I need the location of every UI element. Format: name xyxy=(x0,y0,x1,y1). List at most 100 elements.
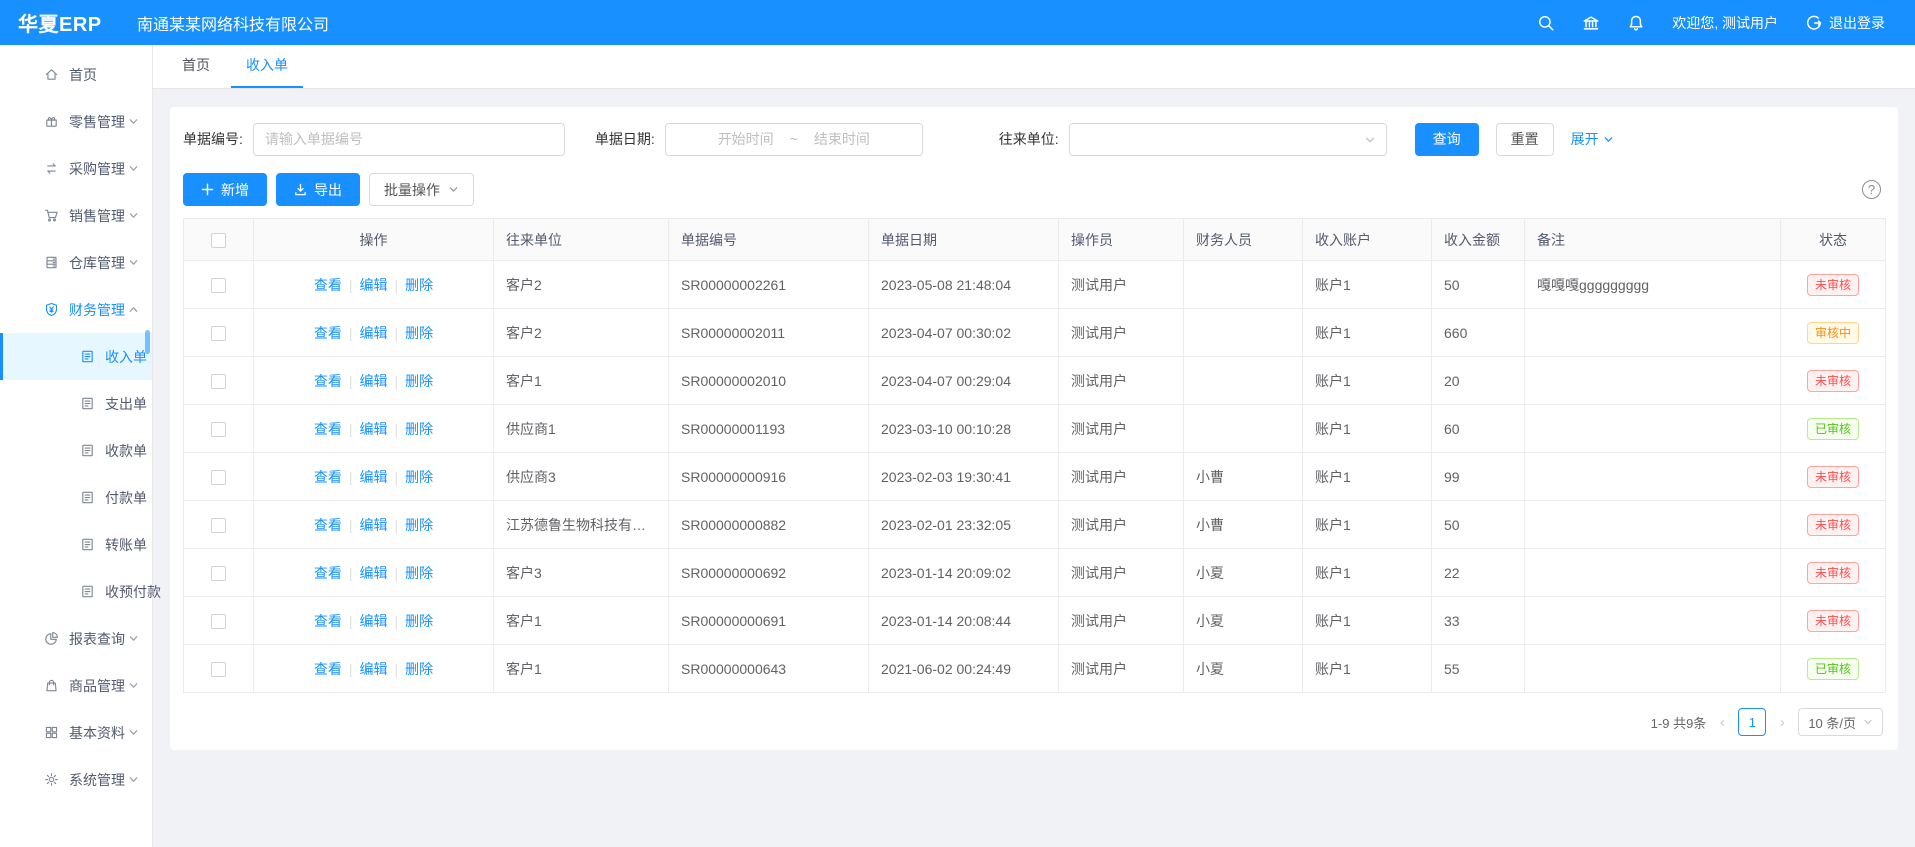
cell-bill-date: 2023-04-07 00:30:02 xyxy=(869,309,1059,357)
reset-button[interactable]: 重置 xyxy=(1496,123,1554,156)
row-checkbox[interactable] xyxy=(211,662,226,677)
row-checkbox[interactable] xyxy=(211,614,226,629)
sidebar-scrollbar-thumb[interactable] xyxy=(145,330,150,354)
action-view-link[interactable]: 查看 xyxy=(314,565,342,581)
partner-select[interactable] xyxy=(1069,123,1387,156)
sidebar-item-sales[interactable]: 销售管理 xyxy=(0,192,152,239)
action-view-link[interactable]: 查看 xyxy=(314,661,342,677)
expand-link[interactable]: 展开 xyxy=(1571,129,1614,149)
action-separator: | xyxy=(395,565,399,581)
cell-bill-date: 2023-02-01 23:32:05 xyxy=(869,501,1059,549)
export-button[interactable]: 导出 xyxy=(276,173,360,206)
sidebar-item-transfer-bill[interactable]: 转账单 xyxy=(0,521,152,568)
sidebar-item-advance-receipt[interactable]: 收预付款 xyxy=(0,568,152,615)
bill-no-input[interactable] xyxy=(253,123,565,156)
action-edit-link[interactable]: 编辑 xyxy=(360,613,388,629)
help-icon[interactable]: ? xyxy=(1862,180,1881,199)
action-edit-link[interactable]: 编辑 xyxy=(360,325,388,341)
row-checkbox[interactable] xyxy=(211,470,226,485)
sidebar-item-label: 商品管理 xyxy=(69,676,125,696)
action-view-link[interactable]: 查看 xyxy=(314,421,342,437)
action-delete-link[interactable]: 删除 xyxy=(405,373,433,389)
sidebar-item-basic[interactable]: 基本资料 xyxy=(0,709,152,756)
row-checkbox[interactable] xyxy=(211,278,226,293)
action-view-link[interactable]: 查看 xyxy=(314,517,342,533)
cell-operator: 测试用户 xyxy=(1059,453,1184,501)
sidebar-item-warehouse[interactable]: 仓库管理 xyxy=(0,239,152,286)
action-delete-link[interactable]: 删除 xyxy=(405,661,433,677)
status-badge: 未审核 xyxy=(1807,370,1859,392)
page-size-label: 10 条/页 xyxy=(1808,713,1856,732)
row-checkbox[interactable] xyxy=(211,326,226,341)
action-delete-link[interactable]: 删除 xyxy=(405,565,433,581)
action-delete-link[interactable]: 删除 xyxy=(405,469,433,485)
sidebar-item-receipt-bill[interactable]: 收款单 xyxy=(0,427,152,474)
sidebar-item-label: 收预付款 xyxy=(105,582,161,602)
action-edit-link[interactable]: 编辑 xyxy=(360,661,388,677)
action-separator: | xyxy=(395,661,399,677)
action-delete-link[interactable]: 删除 xyxy=(405,277,433,293)
chevron-down-icon xyxy=(1364,134,1376,146)
filter-row: 单据编号: 单据日期: 开始时间 ~ 结束时间 往来单位: 查询 xyxy=(183,119,1885,159)
cell-finance-staff xyxy=(1184,357,1303,405)
action-edit-link[interactable]: 编辑 xyxy=(360,373,388,389)
batch-actions-button[interactable]: 批量操作 xyxy=(369,173,474,206)
cell-account: 账户1 xyxy=(1303,309,1432,357)
table-row: 查看|编辑|删除供应商1SR000000011932023-03-10 00:1… xyxy=(184,405,1886,453)
action-delete-link[interactable]: 删除 xyxy=(405,613,433,629)
doc-icon xyxy=(80,490,95,505)
action-view-link[interactable]: 查看 xyxy=(314,373,342,389)
cell-amount: 55 xyxy=(1432,645,1525,693)
prev-page-icon[interactable]: ‹ xyxy=(1715,714,1729,731)
bank-icon[interactable] xyxy=(1582,14,1600,32)
action-edit-link[interactable]: 编辑 xyxy=(360,517,388,533)
row-checkbox[interactable] xyxy=(211,518,226,533)
action-edit-link[interactable]: 编辑 xyxy=(360,469,388,485)
tab-income-bill[interactable]: 收入单 xyxy=(231,44,303,88)
column-header: 往来单位 xyxy=(494,219,669,261)
action-delete-link[interactable]: 删除 xyxy=(405,517,433,533)
sidebar-item-income-bill[interactable]: 收入单 xyxy=(0,333,152,380)
action-view-link[interactable]: 查看 xyxy=(314,469,342,485)
add-button[interactable]: 新增 xyxy=(183,173,267,206)
sidebar-item-report[interactable]: 报表查询 xyxy=(0,615,152,662)
action-delete-link[interactable]: 删除 xyxy=(405,325,433,341)
cell-partner: 供应商3 xyxy=(494,453,669,501)
search-icon[interactable] xyxy=(1537,14,1555,32)
page-size-select[interactable]: 10 条/页 xyxy=(1798,708,1883,736)
sidebar-item-retail[interactable]: 零售管理 xyxy=(0,98,152,145)
cell-amount: 20 xyxy=(1432,357,1525,405)
row-actions-cell: 查看|编辑|删除 xyxy=(254,357,494,405)
cell-status: 未审核 xyxy=(1781,261,1886,309)
sidebar-item-payment-bill[interactable]: 付款单 xyxy=(0,474,152,521)
search-button[interactable]: 查询 xyxy=(1415,123,1479,156)
action-edit-link[interactable]: 编辑 xyxy=(360,421,388,437)
logout-button[interactable]: 退出登录 xyxy=(1805,13,1885,33)
select-all-checkbox[interactable] xyxy=(211,233,226,248)
action-delete-link[interactable]: 删除 xyxy=(405,421,433,437)
row-checkbox[interactable] xyxy=(211,566,226,581)
action-edit-link[interactable]: 编辑 xyxy=(360,277,388,293)
action-view-link[interactable]: 查看 xyxy=(314,613,342,629)
sidebar-item-expense-bill[interactable]: 支出单 xyxy=(0,380,152,427)
action-view-link[interactable]: 查看 xyxy=(314,325,342,341)
action-view-link[interactable]: 查看 xyxy=(314,277,342,293)
status-badge: 未审核 xyxy=(1807,274,1859,296)
row-checkbox[interactable] xyxy=(211,374,226,389)
row-checkbox-cell xyxy=(184,405,254,453)
action-separator: | xyxy=(349,325,353,341)
bell-icon[interactable] xyxy=(1627,14,1645,32)
sidebar-item-goods[interactable]: 商品管理 xyxy=(0,662,152,709)
sidebar-item-finance[interactable]: 财务管理 xyxy=(0,286,152,333)
sidebar-item-system[interactable]: 系统管理 xyxy=(0,756,152,803)
row-actions-cell: 查看|编辑|删除 xyxy=(254,309,494,357)
row-checkbox[interactable] xyxy=(211,422,226,437)
welcome-text: 欢迎您, 测试用户 xyxy=(1672,13,1778,33)
action-edit-link[interactable]: 编辑 xyxy=(360,565,388,581)
sidebar-item-purchase[interactable]: 采购管理 xyxy=(0,145,152,192)
sidebar-item-home[interactable]: 首页 xyxy=(0,51,152,98)
current-page-button[interactable]: 1 xyxy=(1738,708,1766,736)
bill-date-range-input[interactable]: 开始时间 ~ 结束时间 xyxy=(665,123,923,156)
tab-home[interactable]: 首页 xyxy=(167,44,225,88)
next-page-icon[interactable]: › xyxy=(1775,714,1789,731)
